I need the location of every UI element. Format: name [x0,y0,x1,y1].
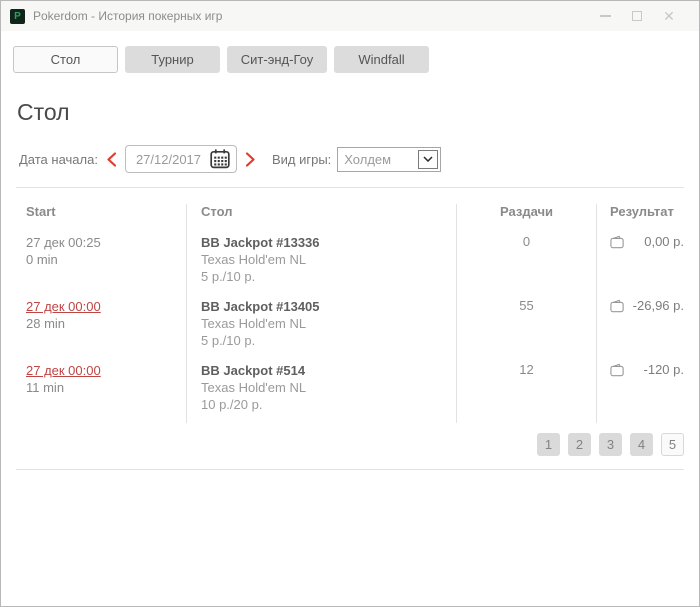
table-name: BB Jackpot #514 [201,363,306,378]
chevron-right-icon [245,151,255,167]
page-button-3[interactable]: 3 [599,433,622,456]
history-type-tabs: Стол Турнир Сит-энд-Гоу Windfall [1,31,699,73]
page-title: Стол [17,99,70,125]
game-variant: Texas Hold'em NL [201,316,307,331]
game-variant: Texas Hold'em NL [201,252,307,267]
session-duration: 0 min [26,252,58,267]
game-variant: Texas Hold'em NL [201,380,307,395]
session-start-time: 27 дек 00:25 [26,235,101,250]
maximize-icon [632,11,642,21]
select-dropdown-button[interactable] [418,149,439,169]
column-header-table: Стол [186,204,456,231]
app-window: P Pokerdom - История покерных игр ✕ Стол… [0,0,700,607]
game-type-select[interactable]: Холдем [337,146,442,172]
result-amount: 0,00 р. [644,234,684,249]
table-row-start: 27 дек 00:00 28 min [16,295,186,359]
hands-count: 55 [456,295,596,359]
tab-cash-table[interactable]: Стол [13,46,118,73]
close-button[interactable]: ✕ [653,3,685,29]
page-button-2[interactable]: 2 [568,433,591,456]
page-button-4[interactable]: 4 [630,433,653,456]
column-header-result: Результат [596,204,686,231]
session-start-time-link[interactable]: 27 дек 00:00 [26,299,101,314]
session-duration: 28 min [26,316,66,331]
minimize-icon [599,15,611,17]
stakes: 5 р./10 р. [201,269,256,284]
column-header-hands: Раздачи [456,204,596,231]
result-amount: -26,96 р. [632,298,684,313]
wallet-icon [610,363,624,377]
page-button-1[interactable]: 1 [537,433,560,456]
session-result: -26,96 р. [596,295,686,359]
table-row-table: BB Jackpot #13336 Texas Hold'em NL 5 р./… [186,231,456,295]
calendar-icon [210,149,230,169]
hands-count: 0 [456,231,596,295]
calendar-picker-button[interactable] [209,148,231,170]
chevron-down-icon [423,156,433,162]
start-date-label: Дата начала: [19,151,98,167]
next-day-button[interactable] [237,151,264,167]
session-result: -120 р. [596,359,686,423]
close-icon: ✕ [663,8,675,24]
tab-windfall[interactable]: Windfall [334,46,429,73]
stakes: 5 р./10 р. [201,333,256,348]
titlebar: P Pokerdom - История покерных игр ✕ [1,1,699,31]
pagination: 1 2 3 4 5 [1,433,684,456]
wallet-icon [610,235,624,249]
result-amount: -120 р. [643,362,684,377]
bottom-divider [16,469,684,470]
start-date-value: 27/12/2017 [135,151,202,167]
game-type-value: Холдем [344,151,392,167]
sessions-table: Start Стол Раздачи Результат 27 дек 00:2… [16,188,684,423]
column-header-start: Start [26,204,56,219]
session-result: 0,00 р. [596,231,686,295]
stakes: 10 р./20 р. [201,397,263,412]
page-button-5-current[interactable]: 5 [661,433,684,456]
minimize-button[interactable] [589,3,621,29]
previous-day-button[interactable] [98,151,125,167]
maximize-button[interactable] [621,3,653,29]
table-row-table: BB Jackpot #13405 Texas Hold'em NL 5 р./… [186,295,456,359]
wallet-icon [610,299,624,313]
table-row-start: 27 дек 00:25 0 min [16,231,186,295]
session-duration: 11 min [26,380,65,395]
session-start-time-link[interactable]: 27 дек 00:00 [26,363,101,378]
table-name: BB Jackpot #13336 [201,235,320,250]
table-row-table: BB Jackpot #514 Texas Hold'em NL 10 р./2… [186,359,456,423]
table-name: BB Jackpot #13405 [201,299,320,314]
table-row-start: 27 дек 00:00 11 min [16,359,186,423]
tab-sit-and-go[interactable]: Сит-энд-Гоу [227,46,327,73]
filters-bar: Дата начала: 27/12/2017 Вид игры: Холдем [19,145,699,173]
chevron-left-icon [107,151,116,167]
pokerdom-logo-icon: P [10,8,25,24]
game-type-label: Вид игры: [271,151,332,167]
start-date-input[interactable]: 27/12/2017 [124,145,237,173]
window-controls: ✕ [589,3,685,29]
tab-tournament[interactable]: Турнир [125,46,220,73]
window-title: Pokerdom - История покерных игр [33,9,223,23]
hands-count: 12 [456,359,596,423]
